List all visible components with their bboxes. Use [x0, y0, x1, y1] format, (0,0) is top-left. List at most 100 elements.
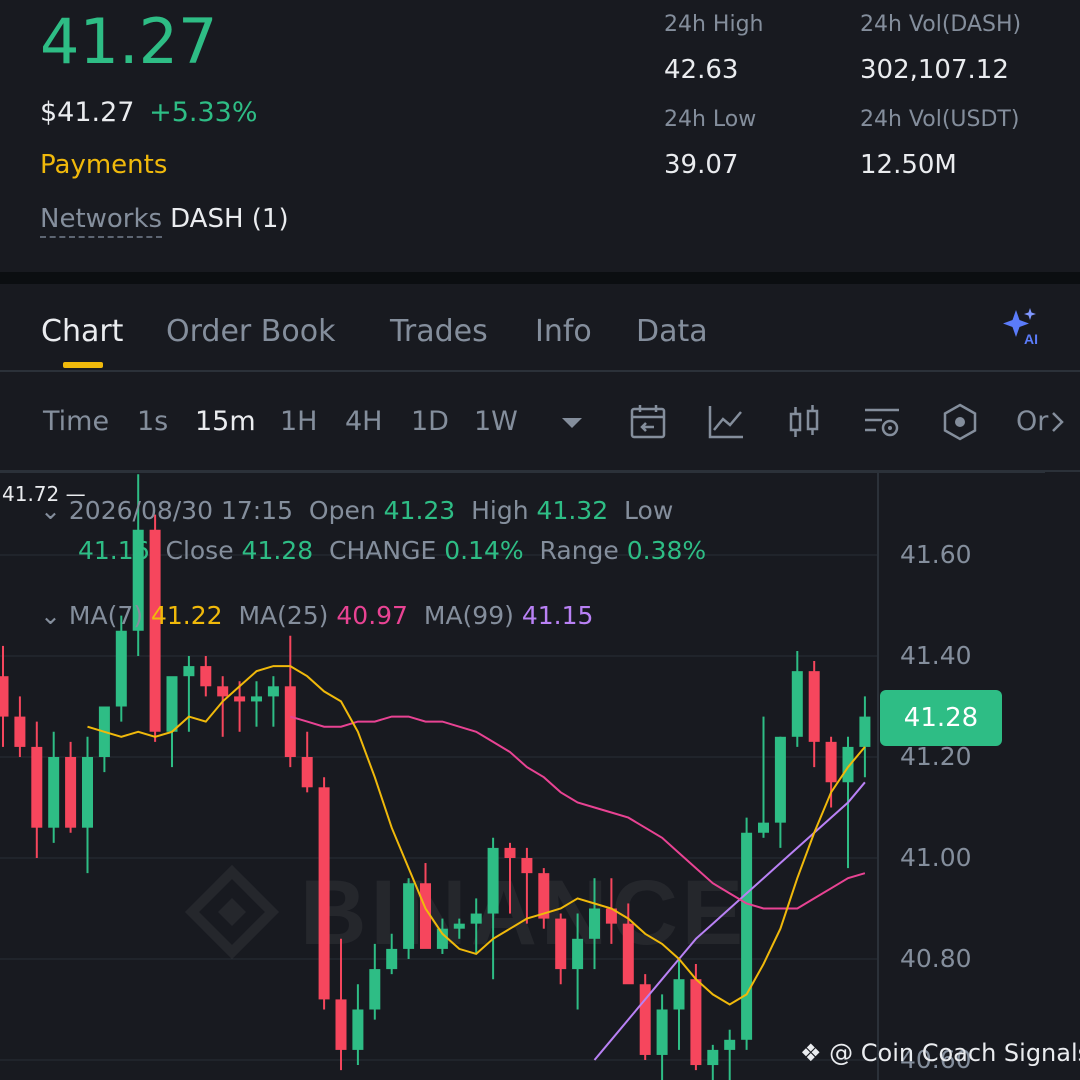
candle[interactable]: [82, 736, 93, 874]
candle-info-line-2: 41.16 Close 41.28 CHANGE 0.14% Range 0.3…: [78, 534, 706, 568]
candle-body: [369, 969, 381, 1010]
open-label: Open: [308, 496, 376, 525]
stat-24h-vol-quote: 24h Vol(USDT) 12.50M: [860, 105, 1019, 182]
binance-watermark: BINANCE: [184, 862, 747, 964]
candle-body: [234, 696, 246, 702]
calendar-icon[interactable]: [628, 402, 668, 442]
candle[interactable]: [251, 681, 262, 727]
candle[interactable]: [200, 656, 212, 697]
candle[interactable]: [0, 645, 9, 747]
candle-body: [436, 928, 448, 949]
tab-chart[interactable]: Chart: [41, 312, 123, 352]
change-label: CHANGE: [329, 536, 437, 565]
candle-body: [183, 666, 195, 677]
interval-1w[interactable]: 1W: [474, 404, 518, 440]
candle-body: [267, 686, 279, 697]
interval-more-truncated[interactable]: Or: [1016, 404, 1048, 440]
candle-body: [487, 847, 499, 914]
watermark-text: BINANCE: [300, 862, 747, 964]
candle[interactable]: [98, 706, 110, 773]
candle-body: [504, 847, 516, 858]
candle[interactable]: [774, 736, 786, 848]
candle[interactable]: [318, 777, 330, 1010]
candle[interactable]: [403, 878, 415, 959]
chart-settings-icon[interactable]: [862, 402, 902, 442]
usd-price: $41.27: [40, 97, 135, 128]
candle-body: [217, 686, 229, 697]
tab-info[interactable]: Info: [535, 312, 592, 352]
candle[interactable]: [14, 696, 26, 757]
change-percent: +5.33%: [149, 97, 258, 128]
hexagon-tools-icon[interactable]: [940, 402, 980, 442]
category-tag[interactable]: Payments: [40, 148, 167, 182]
candle[interactable]: [673, 959, 685, 1050]
candle[interactable]: [31, 721, 43, 858]
interval-1s[interactable]: 1s: [137, 404, 168, 440]
candle[interactable]: [791, 650, 803, 747]
candle[interactable]: [48, 731, 60, 843]
close-label: Close: [165, 536, 234, 565]
candle-body: [31, 746, 43, 828]
ai-sparkle-icon[interactable]: AI: [998, 306, 1044, 346]
networks-label[interactable]: Networks: [40, 204, 163, 238]
candle[interactable]: [555, 913, 567, 985]
interval-1h[interactable]: 1H: [280, 404, 317, 440]
stat-value: 39.07: [664, 150, 739, 180]
candle-body: [14, 716, 26, 747]
interval-15m[interactable]: 15m: [195, 404, 256, 440]
networks-row[interactable]: Networks DASH (1): [40, 201, 289, 238]
credit-text: @ Coin Coach Signals: [829, 1039, 1080, 1067]
candle[interactable]: [758, 716, 769, 838]
candle[interactable]: [656, 994, 668, 1080]
chevron-right-icon[interactable]: [1046, 402, 1070, 442]
stat-label: 24h Vol(DASH): [860, 12, 1022, 37]
candle-body: [622, 923, 634, 985]
candle-datetime: 2026/08/30 17:15: [68, 496, 293, 525]
price-chart[interactable]: BINANCE 41.72 — ⌄ 2026/08/30 17:15 Open …: [0, 471, 1080, 1080]
dropdown-caret-icon[interactable]: [552, 402, 592, 442]
candle[interactable]: [825, 736, 837, 808]
tab-data[interactable]: Data: [636, 312, 708, 352]
candle[interactable]: [301, 731, 313, 793]
candle[interactable]: [707, 1044, 719, 1080]
candle[interactable]: [639, 974, 651, 1060]
candle-body: [318, 787, 330, 1000]
active-tab-indicator: [63, 362, 103, 368]
candle[interactable]: [65, 741, 77, 833]
candle[interactable]: [724, 1029, 736, 1080]
candle[interactable]: [859, 696, 871, 778]
candle[interactable]: [741, 817, 753, 1050]
high-value: 41.32: [536, 496, 609, 525]
candle-body: [825, 741, 837, 783]
collapse-chevron-icon[interactable]: ⌄: [40, 496, 61, 525]
range-label: Range: [539, 536, 619, 565]
candle[interactable]: [808, 661, 820, 768]
stat-label: 24h Low: [664, 107, 757, 132]
candle-body: [301, 757, 313, 788]
tab-order-book[interactable]: Order Book: [166, 312, 335, 352]
low-label: Low: [624, 496, 674, 525]
tab-trades[interactable]: Trades: [390, 312, 488, 352]
candle-body: [758, 822, 769, 833]
interval-time[interactable]: Time: [43, 404, 109, 440]
ma-collapse-chevron-icon[interactable]: ⌄: [40, 601, 61, 630]
candle[interactable]: [267, 676, 279, 727]
candle-body: [284, 686, 296, 757]
indicators-icon[interactable]: [706, 402, 746, 442]
candle-body: [200, 666, 212, 687]
candle-body: [707, 1049, 719, 1066]
candle-body: [808, 671, 820, 742]
stat-24h-low: 24h Low 39.07: [664, 105, 756, 182]
interval-4h[interactable]: 4H: [345, 404, 382, 440]
candle[interactable]: [166, 676, 178, 768]
interval-1d[interactable]: 1D: [411, 404, 449, 440]
candle-style-icon[interactable]: [784, 402, 824, 442]
candle[interactable]: [352, 984, 364, 1066]
candle-body: [0, 676, 9, 717]
stat-24h-high: 24h High 42.63: [664, 10, 764, 87]
candle-body: [453, 923, 465, 929]
stat-label: 24h High: [664, 12, 764, 37]
last-price-badge[interactable]: 41.28: [880, 690, 1002, 746]
candle-body: [791, 671, 803, 737]
stat-24h-vol-base: 24h Vol(DASH) 302,107.12: [860, 10, 1021, 87]
